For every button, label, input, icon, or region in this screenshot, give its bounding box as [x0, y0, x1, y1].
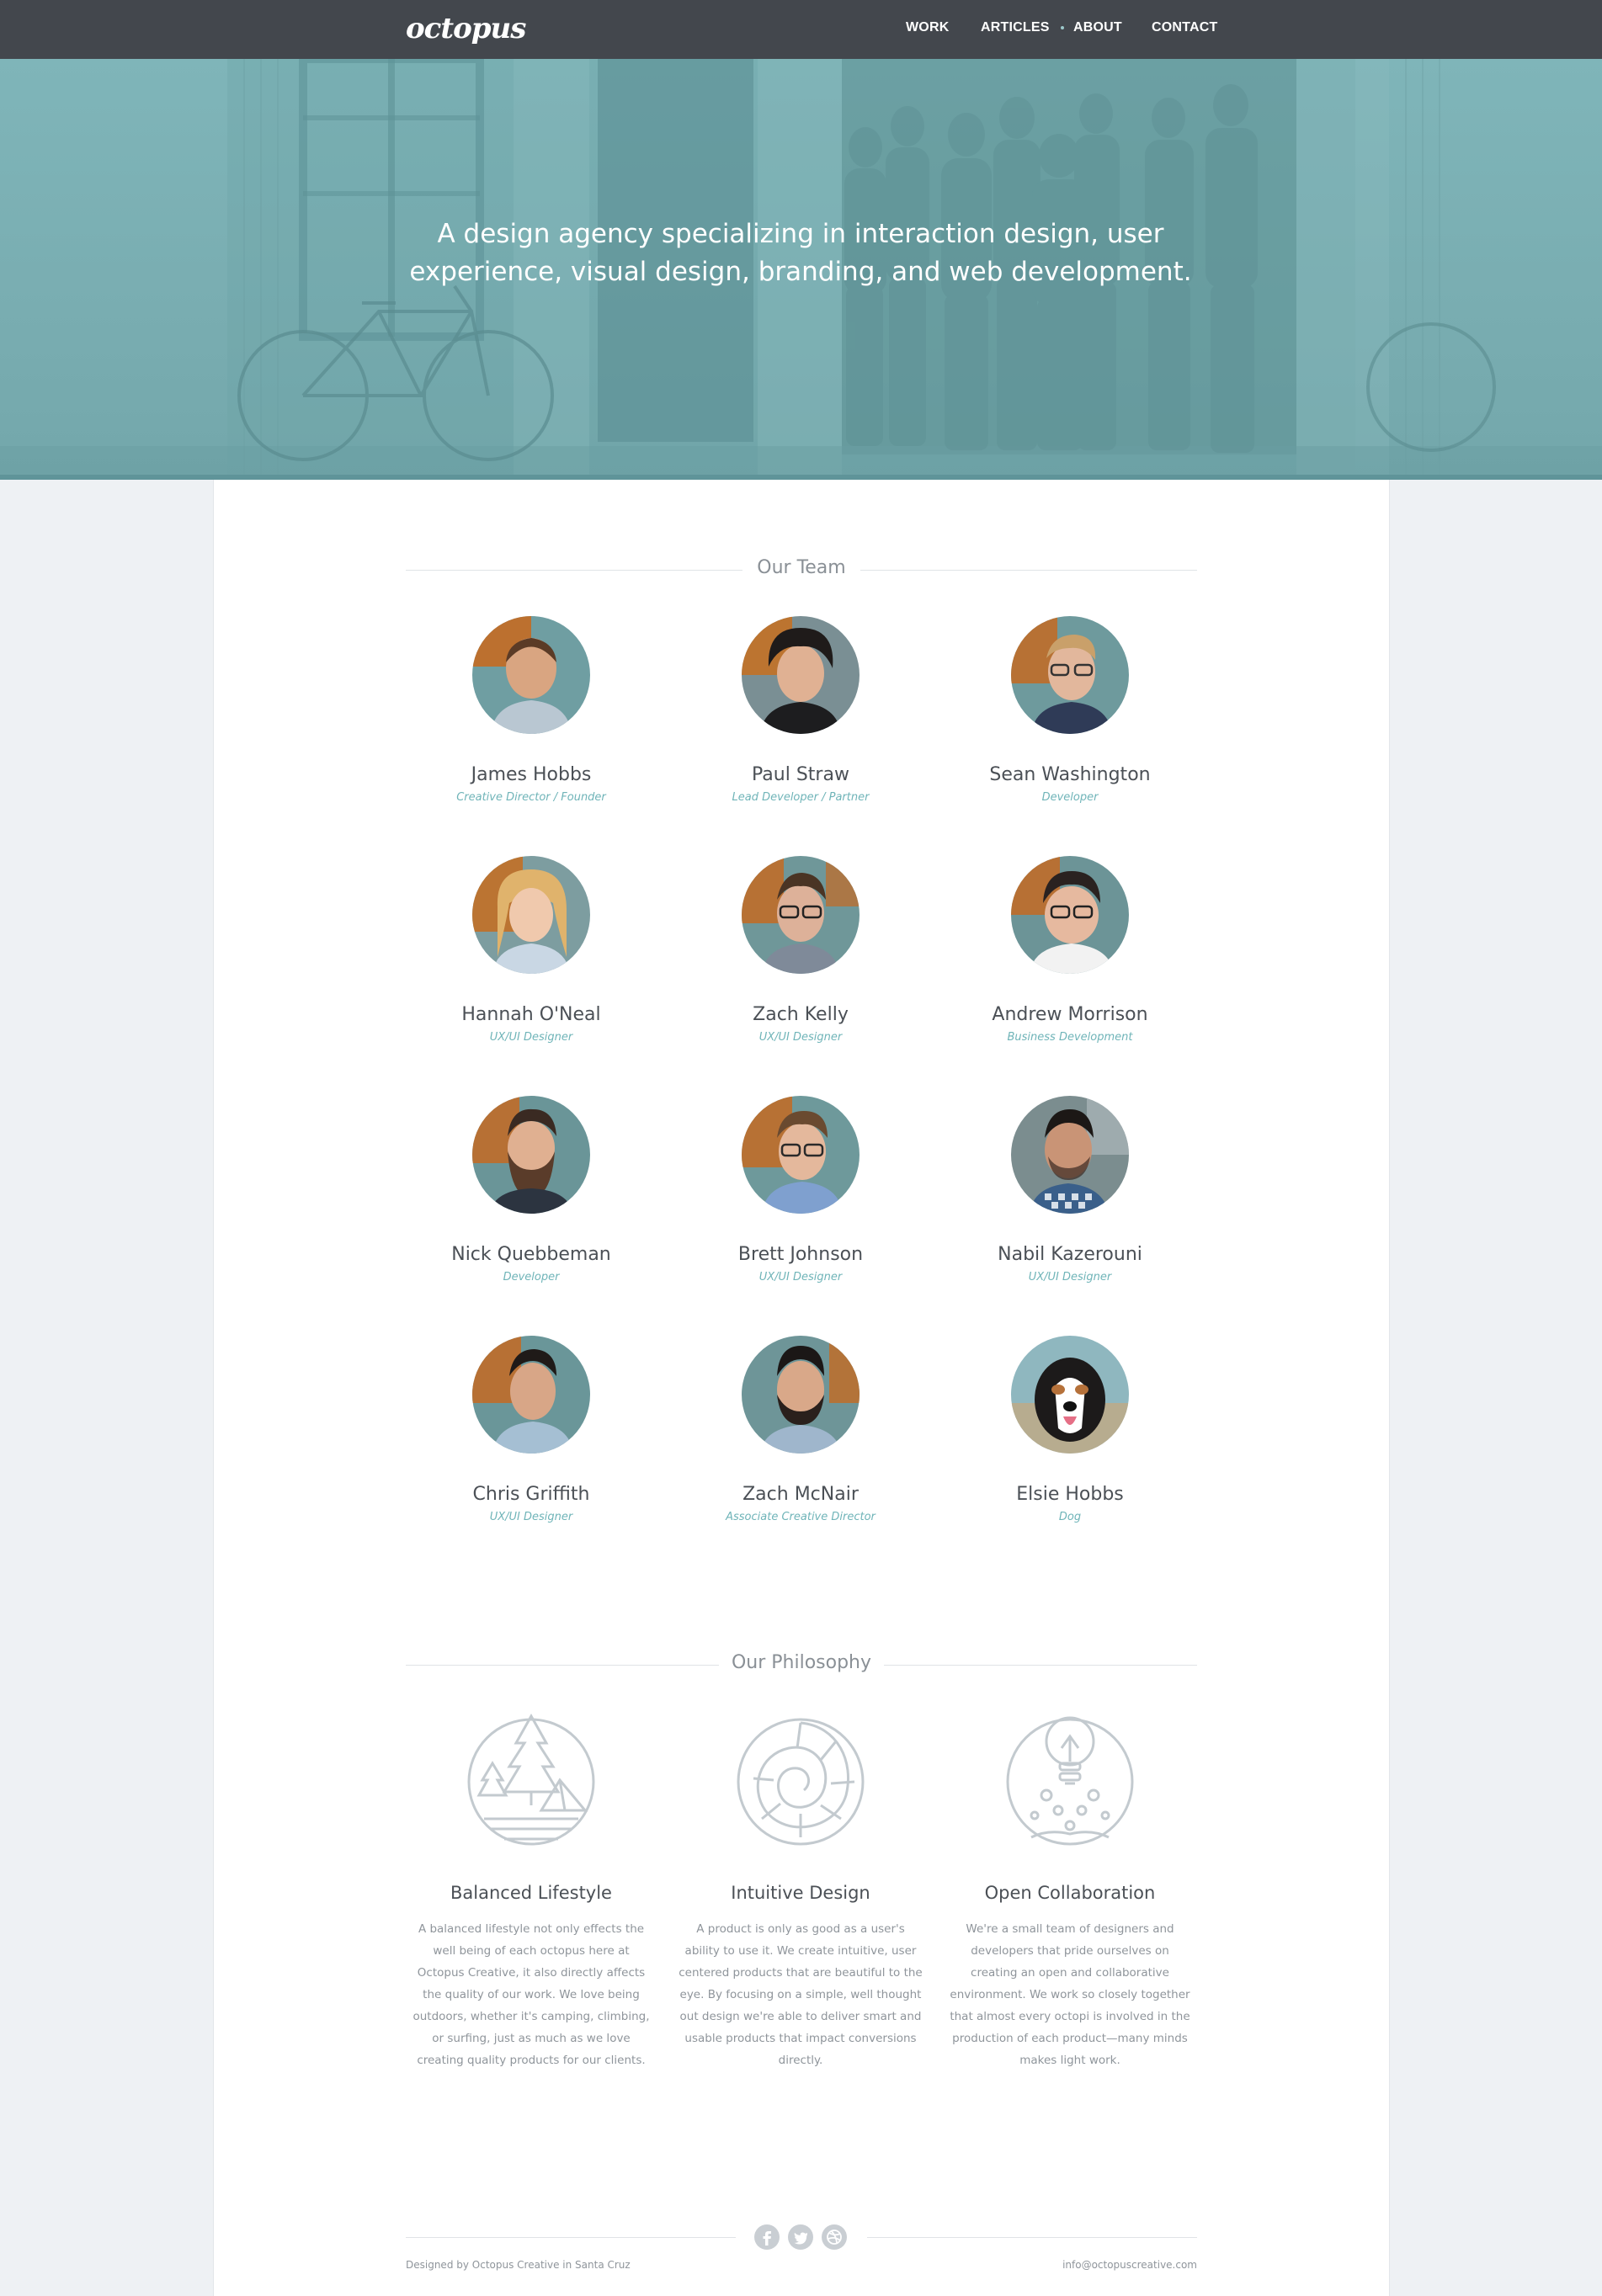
member-role: UX/UI Designer — [1028, 1271, 1112, 1284]
nav-link-work[interactable]: Work — [906, 20, 949, 35]
avatar[interactable] — [1011, 1336, 1129, 1454]
pillar-text: A product is only as good as a user's ab… — [679, 1922, 923, 2067]
team-section-heading: Our Team — [406, 557, 1197, 582]
member-role: Developer — [503, 1271, 560, 1284]
lightbulb-octopus-icon — [1006, 1716, 1134, 1846]
divider-line — [860, 570, 1197, 571]
nav-link-articles[interactable]: Articles — [981, 20, 1050, 35]
footer-email-link[interactable]: info@octopuscreative.com — [945, 2259, 1197, 2271]
footer-credit: Designed by Octopus Creative in Santa Cr… — [406, 2259, 631, 2271]
active-indicator — [1061, 26, 1064, 29]
avatar[interactable] — [1011, 616, 1129, 734]
dribbble-icon[interactable] — [822, 2224, 847, 2250]
logo[interactable]: octopus — [406, 12, 526, 45]
team-title: Our Team — [757, 557, 846, 578]
member-role: Lead Developer / Partner — [732, 791, 870, 804]
member-name: Nick Quebbeman — [451, 1244, 611, 1265]
member-role: UX/UI Designer — [758, 1271, 843, 1284]
member-name: Zach Kelly — [753, 1004, 849, 1025]
member-name: Andrew Morrison — [992, 1004, 1148, 1025]
footer-divider — [406, 2237, 736, 2238]
philosophy-section-heading: Our Philosophy — [406, 1652, 1197, 1677]
avatar[interactable] — [1011, 1096, 1129, 1214]
hero-banner: A design agency specializing in interact… — [0, 59, 1602, 480]
member-name: Brett Johnson — [737, 1244, 864, 1265]
avatar[interactable] — [472, 1336, 590, 1454]
member-name: Hannah O'Neal — [461, 1004, 601, 1025]
member-role: Creative Director / Founder — [456, 791, 606, 804]
twitter-icon[interactable] — [788, 2224, 813, 2250]
facebook-icon[interactable] — [754, 2224, 780, 2250]
divider-line — [884, 1665, 1197, 1666]
member-role: Associate Creative Director — [726, 1511, 876, 1523]
pillar-title: Balanced Lifestyle — [450, 1883, 612, 1903]
member-name: Elsie Hobbs — [1016, 1484, 1124, 1505]
campsite-icon — [467, 1713, 595, 1846]
member-role: UX/UI Designer — [489, 1031, 573, 1044]
nav-link-about[interactable]: About — [1073, 20, 1122, 35]
member-name: Nabil Kazerouni — [998, 1244, 1142, 1265]
pillar-title: Open Collaboration — [984, 1883, 1156, 1903]
avatar[interactable] — [472, 1096, 590, 1214]
member-name: Sean Washington — [989, 764, 1151, 785]
pillar-title: Intuitive Design — [731, 1883, 870, 1903]
avatar[interactable] — [1011, 856, 1129, 974]
avatar[interactable] — [742, 616, 860, 734]
nav-link-contact[interactable]: Contact — [1152, 20, 1217, 35]
member-name: Zach McNair — [742, 1484, 859, 1505]
footer-divider — [867, 2237, 1197, 2238]
top-navigation: octopus Work Articles About Contact — [0, 0, 1602, 59]
nautilus-shell-icon — [737, 1718, 865, 1846]
member-role: UX/UI Designer — [758, 1031, 843, 1044]
member-role: Business Development — [1007, 1031, 1133, 1044]
member-name: Chris Griffith — [472, 1484, 590, 1505]
member-role: Developer — [1041, 791, 1099, 804]
hero-tagline: A design agency specializing in interact… — [409, 219, 1192, 287]
avatar[interactable] — [742, 1096, 860, 1214]
avatar[interactable] — [742, 1336, 860, 1454]
avatar[interactable] — [742, 856, 860, 974]
member-role: UX/UI Designer — [489, 1511, 573, 1523]
avatar[interactable] — [472, 856, 590, 974]
member-name: James Hobbs — [471, 764, 592, 785]
member-role: Dog — [1058, 1511, 1082, 1523]
philosophy-title: Our Philosophy — [731, 1652, 872, 1673]
pillar-text: We're a small team of designers and deve… — [950, 1922, 1190, 2067]
avatar[interactable] — [472, 616, 590, 734]
member-name: Paul Straw — [752, 764, 849, 785]
pillar-text: A balanced lifestyle not only effects th… — [412, 1922, 650, 2067]
